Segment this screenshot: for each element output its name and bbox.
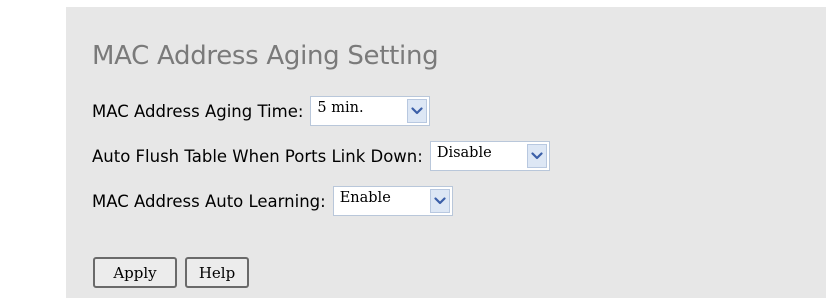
auto-learning-value: Enable (339, 190, 391, 206)
auto-learning-row: MAC Address Auto Learning: Enable (92, 186, 453, 216)
aging-time-label: MAC Address Aging Time: (92, 101, 304, 121)
auto-flush-label: Auto Flush Table When Ports Link Down: (92, 146, 423, 166)
chevron-down-icon[interactable] (429, 189, 450, 213)
apply-button[interactable]: Apply (93, 257, 177, 288)
auto-flush-row: Auto Flush Table When Ports Link Down: D… (92, 141, 550, 171)
aging-time-value: 5 min. (317, 100, 364, 116)
chevron-down-icon[interactable] (407, 99, 428, 123)
chevron-down-icon[interactable] (526, 144, 547, 168)
auto-flush-select[interactable]: Disable (429, 141, 550, 171)
auto-flush-value: Disable (436, 145, 492, 161)
auto-learning-label: MAC Address Auto Learning: (92, 191, 326, 211)
aging-time-select[interactable]: 5 min. (310, 96, 431, 126)
help-button[interactable]: Help (185, 257, 249, 288)
page-title: MAC Address Aging Setting (92, 41, 439, 71)
auto-learning-select[interactable]: Enable (332, 186, 453, 216)
aging-time-row: MAC Address Aging Time: 5 min. (92, 96, 431, 126)
